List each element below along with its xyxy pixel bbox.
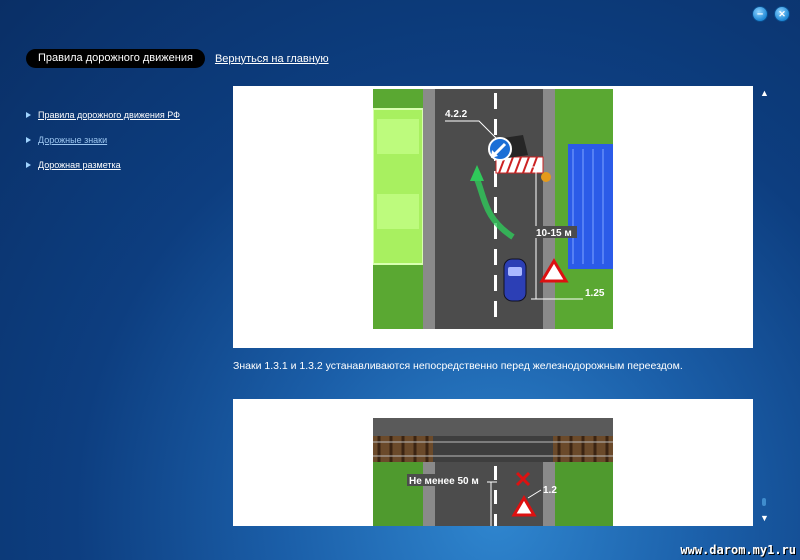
sidebar-item-label[interactable]: Дорожные знаки: [38, 135, 107, 145]
content-panel-2: Не менее 50 м 1.2: [233, 399, 753, 526]
crossing-deck: [433, 436, 553, 462]
right-building: [568, 144, 613, 269]
bullet-icon: [26, 111, 31, 118]
road-illustration-2: Не менее 50 м 1.2: [373, 418, 613, 526]
scrollbar-thumb[interactable]: [762, 498, 766, 506]
scroll-down-button[interactable]: ▼: [760, 513, 769, 523]
distance-label-2: Не менее 50 м: [409, 476, 479, 487]
caption-railway-signs: Знаки 1.3.1 и 1.3.2 устанавливаются непо…: [233, 360, 683, 372]
back-to-home-link[interactable]: Вернуться на главную: [215, 53, 329, 65]
sign-4-2-2-label: 4.2.2: [445, 109, 468, 120]
road-illustration-1: 4.2.2 10-15 м 1.25: [373, 89, 613, 329]
sign-1-2-label: 1.2: [543, 485, 557, 496]
content-panel-1: 4.2.2 10-15 м 1.25: [233, 86, 753, 348]
center-line: [494, 93, 497, 317]
window-controls: – ✕: [752, 6, 790, 22]
minimize-button[interactable]: –: [752, 6, 768, 22]
bullet-icon: [26, 136, 31, 143]
traffic-cone: [541, 172, 551, 182]
tab-traffic-rules[interactable]: Правила дорожного движения: [26, 49, 205, 68]
sidebar-item-road-markings[interactable]: Дорожная разметка: [26, 152, 180, 177]
close-button[interactable]: ✕: [774, 6, 790, 22]
minimize-icon: –: [756, 7, 764, 20]
scroll-up-button[interactable]: ▲: [760, 88, 769, 98]
distance-label: 10-15 м: [536, 228, 572, 239]
right-sidewalk: [543, 89, 555, 329]
car-icon: [503, 258, 527, 302]
sidebar: Правила дорожного движения РФ Дорожные з…: [26, 102, 180, 177]
sidebar-item-rules[interactable]: Правила дорожного движения РФ: [26, 102, 180, 127]
left-sidewalk: [423, 89, 435, 329]
sidebar-item-road-signs[interactable]: Дорожные знаки: [26, 127, 180, 152]
watermark: www.darom.my1.ru: [680, 543, 796, 557]
top-nav: Правила дорожного движения Вернуться на …: [26, 49, 329, 68]
close-icon: ✕: [778, 8, 786, 19]
marking-label: 1.25: [585, 288, 605, 299]
sidebar-item-label[interactable]: Правила дорожного движения РФ: [38, 110, 180, 120]
sidebar-item-label[interactable]: Дорожная разметка: [38, 160, 121, 170]
bullet-icon: [26, 161, 31, 168]
